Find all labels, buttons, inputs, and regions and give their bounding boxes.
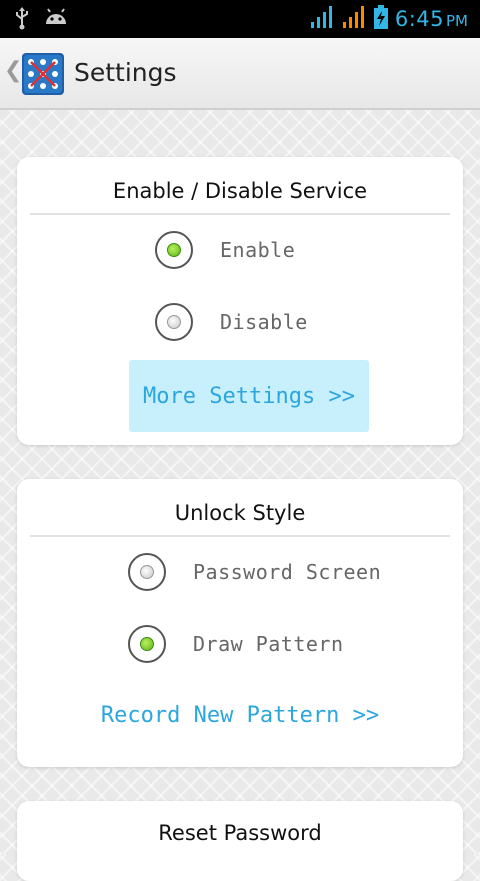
radio-label-draw-pattern: Draw Pattern (193, 632, 344, 656)
divider (30, 535, 450, 537)
radio-label-enable: Enable (220, 238, 296, 262)
radio-button-disable[interactable] (155, 303, 193, 341)
radio-option-enable[interactable]: Enable (155, 231, 295, 269)
service-card-title: Enable / Disable Service (112, 179, 368, 203)
action-bar: ❮ Settings (0, 38, 480, 110)
record-new-pattern-link[interactable]: Record New Pattern >> (101, 703, 379, 728)
page-title: Settings (74, 58, 177, 87)
divider (30, 213, 450, 215)
more-settings-button[interactable]: More Settings >> (129, 360, 369, 432)
radio-label-disable: Disable (220, 310, 308, 334)
status-bar: 6:45 PM (0, 0, 480, 38)
usb-icon (14, 6, 30, 34)
battery-charging-icon (373, 4, 389, 34)
chevron-left-icon[interactable]: ❮ (4, 58, 22, 83)
service-card: Enable / Disable Service Enable Disable … (17, 157, 463, 445)
signal-icon-2 (341, 4, 367, 34)
radio-button-enable[interactable] (155, 231, 193, 269)
radio-label-password-screen: Password Screen (193, 560, 382, 584)
signal-icon (309, 4, 335, 34)
radio-button-draw-pattern[interactable] (128, 625, 166, 663)
radio-button-password-screen[interactable] (128, 553, 166, 591)
radio-option-draw-pattern[interactable]: Draw Pattern (128, 625, 344, 663)
more-settings-label: More Settings >> (143, 383, 355, 409)
record-pattern-row: Record New Pattern >> (17, 703, 463, 728)
unlock-style-card: Unlock Style Password Screen Draw Patter… (17, 479, 463, 767)
radio-option-disable[interactable]: Disable (155, 303, 308, 341)
radio-option-password-screen[interactable]: Password Screen (128, 553, 381, 591)
android-icon (44, 8, 68, 32)
unlock-style-title: Unlock Style (174, 501, 306, 525)
time-ampm: PM (446, 12, 468, 30)
time: 6:45 (394, 7, 444, 31)
pattern-lock-app-icon[interactable] (22, 53, 64, 95)
clock: 6:45 PM (395, 7, 468, 31)
reset-password-card: Reset Password (17, 801, 463, 881)
reset-password-title: Reset Password (158, 821, 322, 845)
